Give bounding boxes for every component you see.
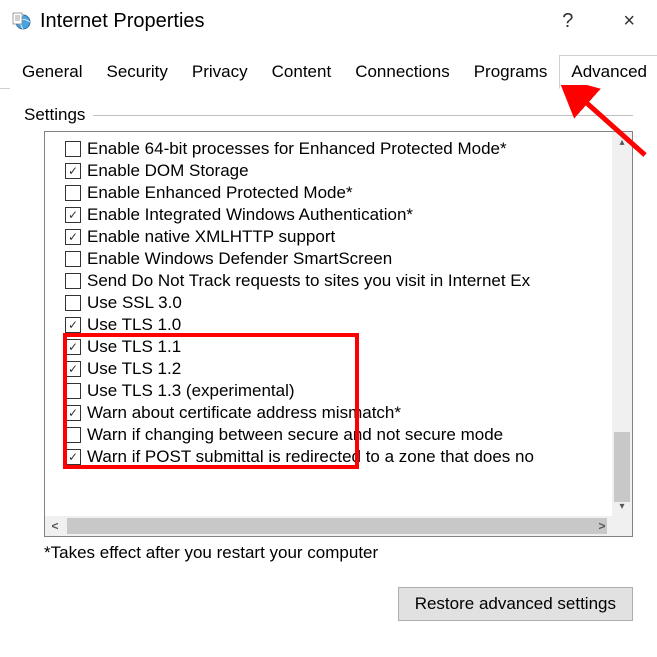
checkbox[interactable]: ✓ — [65, 339, 81, 355]
checkbox[interactable]: ✓ — [65, 229, 81, 245]
settings-item[interactable]: Enable 64-bit processes for Enhanced Pro… — [65, 138, 632, 160]
checkbox[interactable] — [65, 295, 81, 311]
settings-item[interactable]: Use TLS 1.3 (experimental) — [65, 380, 632, 402]
settings-item-label: Use TLS 1.0 — [87, 315, 181, 335]
settings-item-label: Warn if POST submittal is redirected to … — [87, 447, 534, 467]
checkbox[interactable]: ✓ — [65, 317, 81, 333]
settings-item-label: Warn about certificate address mismatch* — [87, 403, 401, 423]
horizontal-scrollbar[interactable]: < > — [45, 516, 612, 536]
checkbox[interactable] — [65, 141, 81, 157]
settings-item[interactable]: ✓ Enable DOM Storage — [65, 160, 632, 182]
internet-options-icon — [12, 11, 32, 31]
tab-security[interactable]: Security — [94, 55, 179, 89]
settings-item-label: Send Do Not Track requests to sites you … — [87, 271, 530, 291]
settings-item-label: Warn if changing between secure and not … — [87, 425, 503, 445]
checkbox[interactable] — [65, 383, 81, 399]
vertical-scroll-thumb[interactable] — [614, 432, 630, 502]
settings-item-label: Enable DOM Storage — [87, 161, 249, 181]
scroll-up-arrow-icon[interactable]: ▴ — [612, 132, 632, 152]
settings-item-label: Enable native XMLHTTP support — [87, 227, 335, 247]
restart-note: *Takes effect after you restart your com… — [44, 543, 633, 563]
tab-programs[interactable]: Programs — [462, 55, 560, 89]
settings-item-label: Use TLS 1.3 (experimental) — [87, 381, 295, 401]
settings-item[interactable]: ✓ Use TLS 1.1 — [65, 336, 632, 358]
checkbox[interactable]: ✓ — [65, 361, 81, 377]
settings-item[interactable]: Warn if changing between secure and not … — [65, 424, 632, 446]
settings-item[interactable]: ✓ Use TLS 1.0 — [65, 314, 632, 336]
settings-group-label: Settings — [24, 105, 633, 125]
checkbox[interactable] — [65, 427, 81, 443]
checkbox[interactable] — [65, 251, 81, 267]
tab-general[interactable]: General — [10, 55, 94, 89]
titlebar: Internet Properties ? × — [0, 0, 657, 42]
settings-listbox[interactable]: Enable 64-bit processes for Enhanced Pro… — [44, 131, 633, 537]
settings-item[interactable]: ✓ Warn about certificate address mismatch… — [65, 402, 632, 424]
settings-item[interactable]: ✓ Enable Integrated Windows Authenticatio… — [65, 204, 632, 226]
tab-privacy[interactable]: Privacy — [180, 55, 260, 89]
group-divider — [93, 115, 633, 116]
settings-item-label: Enable Enhanced Protected Mode* — [87, 183, 353, 203]
settings-item-label: Use SSL 3.0 — [87, 293, 182, 313]
settings-item[interactable]: Enable Enhanced Protected Mode* — [65, 182, 632, 204]
settings-item-label: Enable Integrated Windows Authentication… — [87, 205, 413, 225]
checkbox[interactable] — [65, 273, 81, 289]
vertical-scrollbar[interactable]: ▴ ▾ — [612, 132, 632, 516]
settings-item-label: Enable Windows Defender SmartScreen — [87, 249, 392, 269]
scroll-down-arrow-icon[interactable]: ▾ — [612, 496, 632, 516]
settings-item-label: Use TLS 1.1 — [87, 337, 181, 357]
window-title: Internet Properties — [40, 10, 562, 33]
settings-item[interactable]: ✓ Warn if POST submittal is redirected to… — [65, 446, 632, 468]
scroll-right-arrow-icon[interactable]: > — [592, 516, 612, 536]
checkbox[interactable]: ✓ — [65, 163, 81, 179]
checkbox[interactable]: ✓ — [65, 405, 81, 421]
restore-advanced-settings-button[interactable]: Restore advanced settings — [398, 587, 633, 621]
checkbox[interactable]: ✓ — [65, 207, 81, 223]
help-button[interactable]: ? — [562, 10, 573, 33]
settings-group-text: Settings — [24, 105, 93, 125]
tab-content[interactable]: Content — [260, 55, 344, 89]
settings-item[interactable]: ✓ Use TLS 1.2 — [65, 358, 632, 380]
close-button[interactable]: × — [613, 8, 645, 35]
settings-item[interactable]: ✓ Enable native XMLHTTP support — [65, 226, 632, 248]
checkbox[interactable] — [65, 185, 81, 201]
settings-item[interactable]: Use SSL 3.0 — [65, 292, 632, 314]
settings-item-label: Use TLS 1.2 — [87, 359, 181, 379]
tab-connections[interactable]: Connections — [343, 55, 462, 89]
scroll-left-arrow-icon[interactable]: < — [45, 516, 65, 536]
tab-advanced[interactable]: Advanced — [559, 55, 657, 89]
settings-item-label: Enable 64-bit processes for Enhanced Pro… — [87, 139, 507, 159]
settings-item[interactable]: Enable Windows Defender SmartScreen — [65, 248, 632, 270]
tab-strip: GeneralSecurityPrivacyContentConnections… — [0, 42, 657, 89]
checkbox[interactable]: ✓ — [65, 449, 81, 465]
scroll-corner — [612, 516, 632, 536]
settings-item[interactable]: Send Do Not Track requests to sites you … — [65, 270, 632, 292]
horizontal-scroll-thumb[interactable] — [67, 518, 607, 534]
